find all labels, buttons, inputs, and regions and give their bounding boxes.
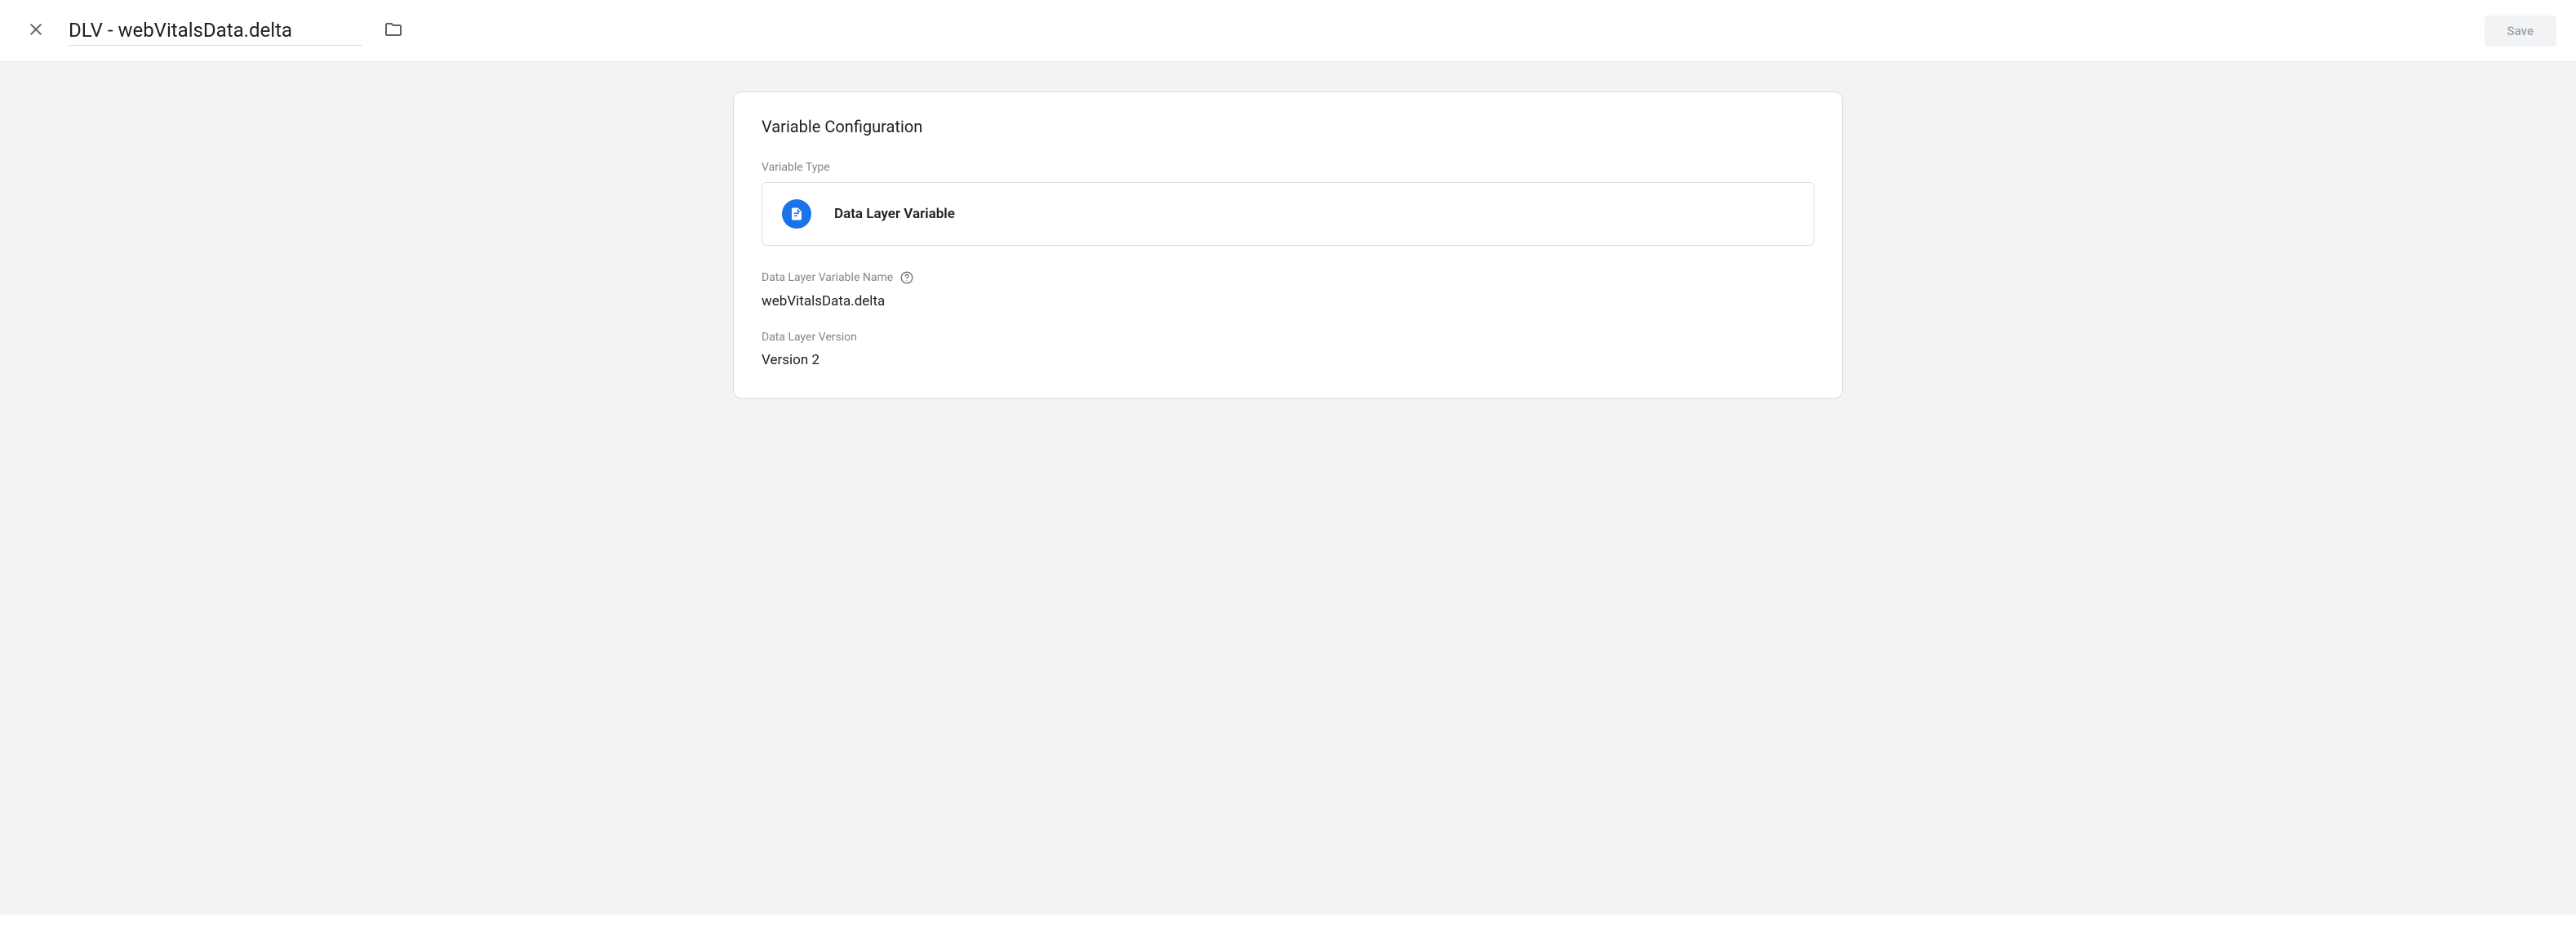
dlv-name-value: webVitalsData.delta (762, 293, 1814, 309)
dlv-version-value: Version 2 (762, 352, 1814, 368)
folder-icon (384, 20, 403, 42)
close-icon (26, 20, 46, 42)
variable-type-name: Data Layer Variable (834, 206, 955, 222)
variable-config-card: Variable Configuration Variable Type Dat… (733, 91, 1843, 398)
document-icon (782, 199, 811, 229)
save-button[interactable]: Save (2485, 16, 2556, 47)
folder-button[interactable] (379, 15, 408, 47)
close-button[interactable] (20, 13, 52, 48)
variable-type-selector[interactable]: Data Layer Variable (762, 182, 1814, 246)
dlv-name-label: Data Layer Variable Name (762, 270, 1814, 285)
variable-name-input[interactable] (69, 16, 362, 46)
section-title: Variable Configuration (762, 117, 1814, 136)
help-icon[interactable] (899, 270, 914, 285)
dlv-version-label: Data Layer Version (762, 331, 1814, 344)
header-bar: Save (0, 0, 2576, 62)
content-area: Variable Configuration Variable Type Dat… (0, 62, 2576, 915)
variable-type-label: Variable Type (762, 161, 1814, 174)
